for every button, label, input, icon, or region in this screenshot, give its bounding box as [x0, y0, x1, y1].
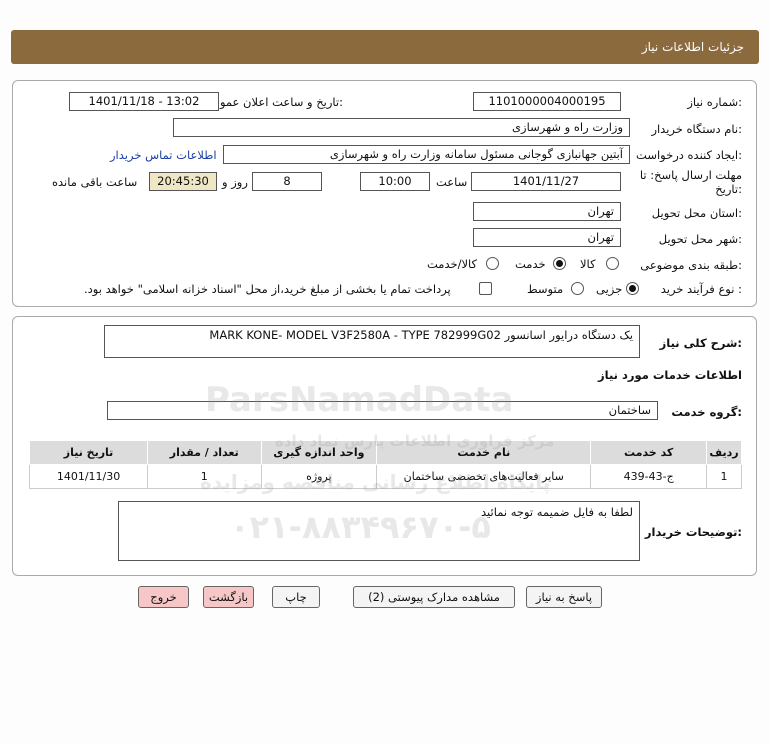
category-option-goods-service: کالا/خدمت: [427, 257, 478, 271]
deadline-time-field: 10:00: [360, 172, 430, 191]
announce-label: تاریخ و ساعت اعلان عمومی:: [204, 95, 343, 109]
category-radio-service[interactable]: [553, 257, 566, 270]
print-button[interactable]: چاپ: [272, 586, 320, 608]
page-title: جزئیات اطلاعات نیاز: [641, 40, 744, 54]
remaining-time-field: 20:45:30: [149, 172, 217, 191]
buyer-contact-link[interactable]: اطلاعات تماس خریدار: [110, 148, 217, 162]
days-label: روز و: [222, 175, 248, 189]
category-radio-goods[interactable]: [606, 257, 619, 270]
deadline-label-date: تاریخ:: [715, 182, 742, 196]
treasury-payment-note: پرداخت تمام یا بخشی از مبلغ خرید،از محل …: [84, 282, 451, 296]
summary-label: شرح کلی نیاز:: [659, 336, 742, 350]
deadline-date-field: 1401/11/27: [471, 172, 621, 191]
cell-unit: پروژه: [260, 464, 378, 489]
buyer-org-field: وزارت راه و شهرسازی: [173, 118, 630, 137]
buyer-org-label: نام دستگاه خریدار:: [651, 122, 742, 136]
exit-button[interactable]: خروج: [138, 586, 189, 608]
process-radio-minor[interactable]: [626, 282, 639, 295]
need-number-field: 1101000004000195: [473, 92, 621, 111]
province-field: تهران: [473, 202, 621, 221]
city-label: شهر محل تحویل:: [658, 232, 742, 246]
services-section-title: اطلاعات خدمات مورد نیاز: [598, 368, 742, 382]
table-header-row: ردیف کد خدمت نام خدمت واحد اندازه گیری ت…: [28, 440, 742, 465]
requester-field: آبتین جهانبازی گوجانی مسئول سامانه وزارت…: [223, 145, 630, 164]
col-header-code: کد خدمت: [590, 440, 708, 465]
service-group-field: ساختمان: [107, 401, 658, 420]
city-field: تهران: [473, 228, 621, 247]
treasury-payment-checkbox[interactable]: [479, 282, 492, 295]
cell-name: سایر فعالیت‌های تخصصی ساختمان: [376, 464, 592, 489]
cell-date: 1401/11/30: [28, 464, 149, 489]
services-table: ردیف کد خدمت نام خدمت واحد اندازه گیری ت…: [28, 440, 742, 489]
category-option-goods: کالا: [580, 257, 596, 271]
view-attachments-button[interactable]: مشاهده مدارک پیوستی (2): [353, 586, 515, 608]
buyer-notes-label: توضیحات خریدار:: [644, 525, 742, 539]
col-header-unit: واحد اندازه گیری: [260, 440, 378, 465]
requester-label: ایجاد کننده درخواست:: [636, 148, 742, 162]
category-radio-goods-service[interactable]: [486, 257, 499, 270]
category-option-service: خدمت: [515, 257, 546, 271]
service-group-label: گروه خدمت:: [671, 405, 742, 419]
page-header: جزئیات اطلاعات نیاز: [11, 30, 759, 64]
need-number-label: شماره نیاز:: [687, 95, 742, 109]
general-info-panel: [12, 80, 757, 307]
process-option-minor: جزیی: [596, 282, 623, 296]
col-header-date: تاریخ نیاز: [28, 440, 149, 465]
process-radio-medium[interactable]: [571, 282, 584, 295]
col-header-row: ردیف: [706, 440, 742, 465]
reply-button[interactable]: پاسخ به نیاز: [526, 586, 602, 608]
summary-field: یک دستگاه درایور اسانسور MARK KONE- MODE…: [104, 325, 640, 358]
deadline-label: مهلت ارسال پاسخ: تا: [639, 168, 742, 182]
remaining-label: ساعت باقی مانده: [52, 175, 138, 189]
time-label: ساعت: [436, 175, 468, 189]
province-label: استان محل تحویل:: [651, 206, 742, 220]
table-row: 1 ج-43-439 سایر فعالیت‌های تخصصی ساختمان…: [28, 464, 742, 489]
cell-row: 1: [706, 464, 742, 489]
col-header-name: نام خدمت: [376, 440, 592, 465]
cell-code: ج-43-439: [590, 464, 708, 489]
col-header-quantity: تعداد / مقدار: [147, 440, 262, 465]
buyer-notes-field: لطفا به فایل ضمیمه توجه نمائید: [118, 501, 640, 561]
cell-quantity: 1: [147, 464, 262, 489]
category-label: طبقه بندی موضوعی:: [640, 258, 742, 272]
days-field: 8: [252, 172, 322, 191]
announce-field: 1401/11/18 - 13:02: [69, 92, 219, 111]
back-button[interactable]: بازگشت: [203, 586, 254, 608]
process-label: نوع فرآیند خرید :: [660, 282, 742, 296]
process-option-medium: متوسط: [527, 282, 564, 296]
